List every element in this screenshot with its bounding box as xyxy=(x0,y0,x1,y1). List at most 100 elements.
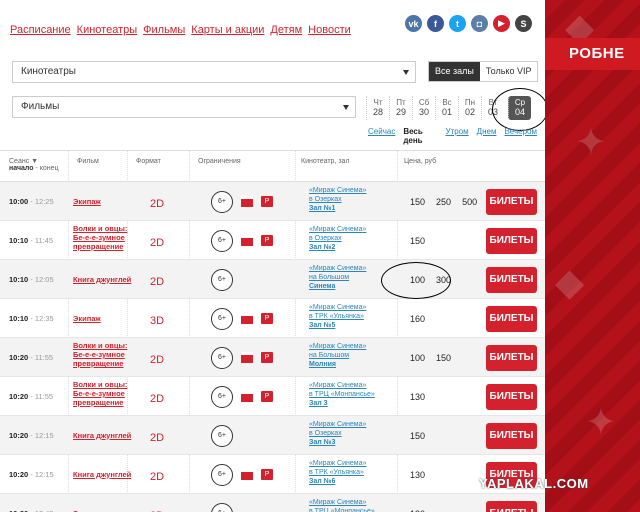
cinema-link[interactable]: «Мираж Синема» в ТРЦ «Монпансье» xyxy=(309,498,389,512)
table-row: 10:20 - 12:15 Книга джунглей 2D 6+ P «Мираж С… xyxy=(0,455,545,494)
session-time: 10:00 - 12:25 xyxy=(9,196,54,206)
nav-films[interactable]: Фильмы xyxy=(143,24,185,36)
price-value: 130 xyxy=(410,391,426,402)
cinema-link[interactable]: «Мираж Синема» в ТРЦ «Монпансье» Зал 3 xyxy=(309,381,389,408)
pushkin-card-icon: P xyxy=(261,312,273,324)
format-label: 2D xyxy=(150,431,165,444)
nav-schedule[interactable]: Расписание xyxy=(10,24,71,36)
buy-tickets-button[interactable]: БИЛЕТЫ xyxy=(486,188,537,215)
nav-news[interactable]: Новости xyxy=(308,24,351,36)
film-link[interactable]: Экипаж xyxy=(73,509,133,512)
film-link[interactable]: Волки и овцы: Бе-е-е-зумное превращение xyxy=(73,224,133,251)
nav-cinemas[interactable]: Кинотеатры xyxy=(77,24,137,36)
table-row: 10:10 - 12:05 Книга джунглей 2D 6+ «Мираж Си… xyxy=(0,260,545,299)
clapperboard-icon xyxy=(241,312,253,324)
format-label: 2D xyxy=(150,236,165,249)
session-time: 10:20 - 12:15 xyxy=(9,430,54,440)
highlight-circle xyxy=(492,88,545,131)
facebook-icon[interactable]: f xyxy=(427,15,444,32)
clapperboard-icon xyxy=(241,234,253,246)
hall-toggle: Все залы Только VIP xyxy=(428,61,539,82)
film-select[interactable]: Фильмы xyxy=(12,96,356,118)
time-filter-3[interactable]: Днем xyxy=(477,127,497,145)
cinema-link[interactable]: «Мираж Синема» в ТРК «Ульянка» Зал №6 xyxy=(309,459,389,486)
prices: 130 xyxy=(410,509,425,512)
hall-all-button[interactable]: Все залы xyxy=(429,62,480,81)
date-29[interactable]: Пт 29 xyxy=(389,96,412,120)
time-filter-0[interactable]: Сейчас xyxy=(368,127,395,145)
buy-tickets-button[interactable]: БИЛЕТЫ xyxy=(486,227,537,254)
buy-tickets-button[interactable]: БИЛЕТЫ xyxy=(486,500,537,512)
header-session[interactable]: Сеанс ▼ начало - конец xyxy=(9,158,59,172)
time-filter-2[interactable]: Утром xyxy=(446,127,469,145)
date-28[interactable]: Чт 28 xyxy=(366,96,389,120)
price-value: 100 xyxy=(410,352,426,363)
age-rating-badge: 6+ xyxy=(211,307,233,330)
vk-icon[interactable]: vk xyxy=(405,15,422,32)
buy-tickets-button[interactable]: БИЛЕТЫ xyxy=(486,383,537,410)
session-time: 10:20 - 12:45 xyxy=(9,509,54,512)
nav-kids[interactable]: Детям xyxy=(270,24,302,36)
buy-tickets-button[interactable]: БИЛЕТЫ xyxy=(486,422,537,449)
clapperboard-icon xyxy=(241,195,253,207)
cinema-link[interactable]: «Мираж Синема» в Озерках Зал №3 xyxy=(309,420,389,447)
price-value: 160 xyxy=(410,313,426,324)
clapperboard-icon xyxy=(241,468,253,480)
film-link[interactable]: Книга джунглей xyxy=(73,275,133,284)
pushkin-card-icon: P xyxy=(261,468,273,480)
table-row: 10:00 - 12:25 Экипаж 2D 6+ P «Мираж Синема» в … xyxy=(0,182,545,221)
session-time: 10:20 - 11:55 xyxy=(9,352,54,362)
date-day: 29 xyxy=(395,107,406,117)
date-02[interactable]: Пн 02 xyxy=(458,96,481,120)
nav-promotions[interactable]: Карты и акции xyxy=(191,24,264,36)
date-day: 01 xyxy=(441,107,452,117)
pushkin-card-icon: P xyxy=(261,390,273,402)
film-link[interactable]: Волки и овцы: Бе-е-е-зумное превращение xyxy=(73,380,133,407)
session-time: 10:10 - 12:05 xyxy=(9,274,54,284)
age-rating-badge: 6+ xyxy=(211,463,233,486)
format-label: 3D xyxy=(150,314,165,327)
buy-tickets-button[interactable]: БИЛЕТЫ xyxy=(486,266,537,293)
date-dow: Чт xyxy=(373,98,383,107)
side-banner: РОБНЕ xyxy=(545,38,640,70)
film-link[interactable]: Книга джунглей xyxy=(73,431,133,440)
date-day: 30 xyxy=(418,107,429,117)
film-link[interactable]: Волки и овцы: Бе-е-е-зумное превращение xyxy=(73,341,133,368)
buy-tickets-button[interactable]: БИЛЕТЫ xyxy=(486,344,537,371)
time-filter-1[interactable]: Весь день xyxy=(403,127,437,145)
instagram-icon[interactable]: ◘ xyxy=(471,15,488,32)
skype-icon[interactable]: S xyxy=(515,15,532,32)
youtube-icon[interactable]: ▶ xyxy=(493,15,510,32)
film-link[interactable]: Экипаж xyxy=(73,314,133,323)
age-rating-badge: 6+ xyxy=(211,229,233,252)
cinema-select[interactable]: Кинотеатры xyxy=(12,61,416,83)
film-link[interactable]: Экипаж xyxy=(73,197,133,206)
date-30[interactable]: Сб 30 xyxy=(412,96,435,120)
twitter-icon[interactable]: t xyxy=(449,15,466,32)
prices: 100 150 xyxy=(410,353,451,363)
price-value: 130 xyxy=(410,469,426,480)
price-value: 150 xyxy=(410,430,426,441)
top-nav: Расписание Кинотеатры Фильмы Карты и акц… xyxy=(10,24,357,36)
film-link[interactable]: Книга джунглей xyxy=(73,470,133,479)
schedule-page: Расписание Кинотеатры Фильмы Карты и акц… xyxy=(0,0,545,512)
cinema-link[interactable]: «Мираж Синема» в Озерках Зал №2 xyxy=(309,225,389,252)
hall-vip-button[interactable]: Только VIP xyxy=(480,62,538,81)
cinema-link[interactable]: «Мираж Синема» в ТРК «Ульянка» Зал №5 xyxy=(309,303,389,330)
cinema-link[interactable]: «Мираж Синема» в Озерках Зал №1 xyxy=(309,186,389,213)
cinema-link[interactable]: «Мираж Синема» на Большом Молния xyxy=(309,342,389,369)
date-01[interactable]: Вс 01 xyxy=(435,96,458,120)
age-rating-badge: 6+ xyxy=(211,385,233,408)
table-row: 10:20 - 12:15 Книга джунглей 2D 6+ «Мираж Си… xyxy=(0,416,545,455)
table-header: Сеанс ▼ начало - конец Фильм Формат Огран… xyxy=(0,150,545,182)
date-day: 28 xyxy=(372,107,383,117)
session-time: 10:10 - 11:45 xyxy=(9,235,54,245)
pushkin-card-icon: P xyxy=(261,234,273,246)
cinema-link[interactable]: «Мираж Синема» на Большом Синема xyxy=(309,264,389,291)
film-select-value: Фильмы xyxy=(21,101,60,112)
time-filter-4[interactable]: Вечером xyxy=(504,127,537,145)
chevron-down-icon xyxy=(343,105,349,110)
format-label: 2D xyxy=(150,392,165,405)
social-links: vk f t ◘ ▶ S xyxy=(405,15,532,32)
buy-tickets-button[interactable]: БИЛЕТЫ xyxy=(486,305,537,332)
